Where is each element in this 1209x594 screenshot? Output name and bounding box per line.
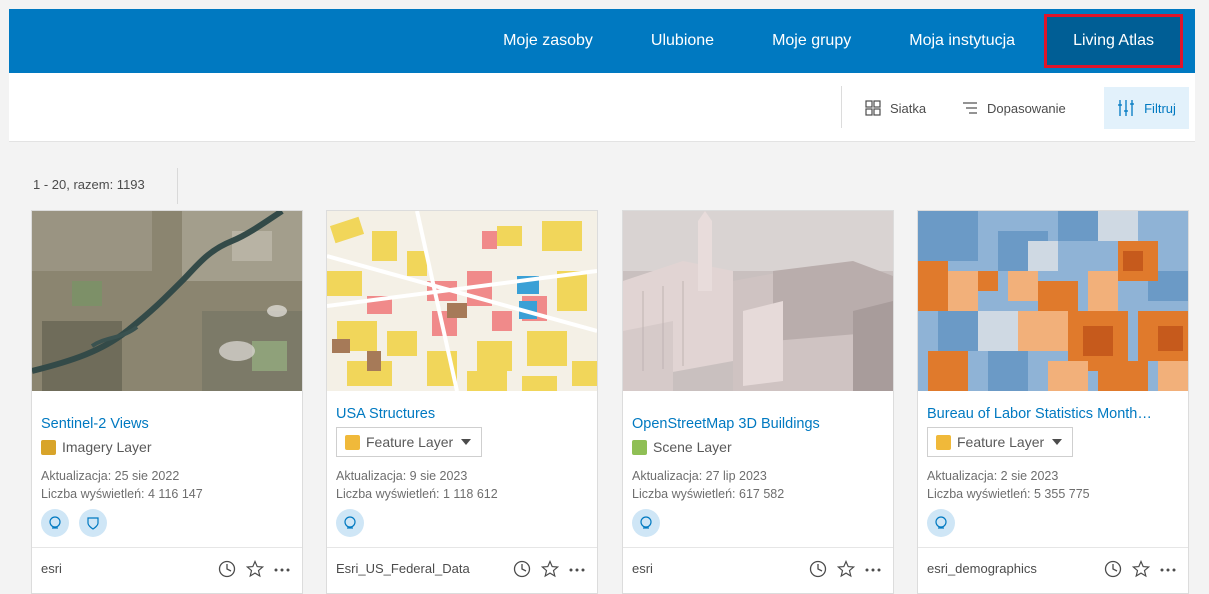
item-card-bls-monthly: Bureau of Labor Statistics Month… Featur… — [917, 210, 1189, 594]
item-type: Imagery Layer — [41, 439, 151, 455]
tab-favorites[interactable]: Ulubione — [622, 9, 743, 73]
result-count: 1 - 20, razem: 1193 — [33, 177, 145, 192]
layer-type-dropdown[interactable]: Feature Layer — [927, 427, 1074, 457]
item-title-link[interactable]: Sentinel-2 Views — [41, 416, 149, 432]
view-toolbar: Siatka Dopasowanie Filtruj — [9, 73, 1195, 142]
sort-label: Dopasowanie — [987, 100, 1066, 116]
more-options-icon[interactable] — [1160, 560, 1176, 578]
favorite-star-icon[interactable] — [541, 560, 559, 578]
item-badges — [336, 509, 364, 537]
item-owner[interactable]: esri_demographics — [927, 561, 1037, 576]
item-footer: Esri_US_Federal_Data — [327, 547, 597, 593]
item-views: Liczba wyświetleń: 5 355 775 — [927, 487, 1090, 501]
item-type-label: Scene Layer — [653, 439, 732, 455]
layer-type-dropdown[interactable]: Feature Layer — [336, 427, 483, 457]
item-thumbnail[interactable] — [32, 211, 302, 391]
top-navigation: Moje zasoby Ulubione Moje grupy Moja ins… — [9, 9, 1195, 73]
favorite-star-icon[interactable] — [837, 560, 855, 578]
item-badges — [41, 509, 107, 537]
more-options-icon[interactable] — [865, 560, 881, 578]
filter-button[interactable]: Filtruj — [1104, 87, 1189, 129]
authoritative-badge[interactable] — [927, 509, 955, 537]
item-title-link[interactable]: USA Structures — [336, 406, 435, 422]
item-type-label: Feature Layer — [957, 434, 1045, 450]
authoritative-badge[interactable] — [41, 509, 69, 537]
tab-my-content[interactable]: Moje zasoby — [474, 9, 622, 73]
item-details-icon[interactable] — [809, 560, 827, 578]
item-card-sentinel: Sentinel-2 Views Imagery Layer Aktualiza… — [31, 210, 303, 594]
tab-living-atlas[interactable]: Living Atlas — [1044, 14, 1183, 68]
favorite-star-icon[interactable] — [246, 560, 264, 578]
favorite-star-icon[interactable] — [1132, 560, 1150, 578]
imagery-layer-icon — [41, 439, 56, 455]
item-footer: esri_demographics — [918, 547, 1188, 593]
subscriber-content-badge[interactable] — [79, 509, 107, 537]
item-owner[interactable]: esri — [632, 561, 653, 576]
authoritative-badge[interactable] — [336, 509, 364, 537]
item-title-link[interactable]: Bureau of Labor Statistics Month… — [927, 406, 1152, 422]
item-type-label: Imagery Layer — [62, 439, 152, 455]
item-card-osm-3d-buildings: OpenStreetMap 3D Buildings Scene Layer A… — [622, 210, 894, 594]
more-options-icon[interactable] — [569, 560, 585, 578]
item-type: Scene Layer — [632, 439, 732, 455]
chevron-down-icon — [461, 439, 472, 445]
item-thumbnail[interactable] — [623, 211, 893, 391]
grid-view-label: Siatka — [890, 100, 927, 116]
feature-layer-icon — [936, 434, 951, 450]
item-details-icon[interactable] — [1104, 560, 1122, 578]
item-thumbnail[interactable] — [918, 211, 1188, 391]
grid-icon — [865, 100, 881, 116]
item-footer: esri — [32, 547, 302, 593]
living-atlas-page: Moje zasoby Ulubione Moje grupy Moja ins… — [0, 0, 1209, 594]
item-thumbnail[interactable] — [327, 211, 597, 391]
item-card-usa-structures: USA Structures Feature Layer Aktualizacj… — [326, 210, 598, 594]
item-type-label: Feature Layer — [366, 434, 454, 450]
feature-layer-icon — [345, 434, 360, 450]
filter-label: Filtruj — [1144, 100, 1176, 116]
item-updated: Aktualizacja: 9 sie 2023 — [336, 469, 468, 483]
scene-layer-icon — [632, 439, 647, 455]
authoritative-icon — [640, 516, 652, 529]
item-details-icon[interactable] — [513, 560, 531, 578]
authoritative-icon — [49, 516, 61, 529]
tab-my-organization[interactable]: Moja instytucja — [880, 9, 1044, 73]
item-title-link[interactable]: OpenStreetMap 3D Buildings — [632, 416, 820, 432]
more-options-icon[interactable] — [274, 560, 290, 578]
item-updated: Aktualizacja: 27 lip 2023 — [632, 469, 767, 483]
shield-icon — [87, 517, 99, 530]
authoritative-icon — [344, 516, 356, 529]
item-views: Liczba wyświetleń: 1 118 612 — [336, 487, 498, 501]
item-footer: esri — [623, 547, 893, 593]
sort-button[interactable]: Dopasowanie — [962, 87, 1066, 129]
item-views: Liczba wyświetleń: 4 116 147 — [41, 487, 203, 501]
sort-icon — [963, 102, 977, 114]
authoritative-badge[interactable] — [632, 509, 660, 537]
item-badges — [632, 509, 660, 537]
chevron-down-icon — [1052, 439, 1063, 445]
count-divider — [177, 168, 178, 204]
tab-my-groups[interactable]: Moje grupy — [743, 9, 880, 73]
authoritative-icon — [935, 516, 947, 529]
item-views: Liczba wyświetleń: 617 582 — [632, 487, 785, 501]
item-details-icon[interactable] — [218, 560, 236, 578]
item-updated: Aktualizacja: 25 sie 2022 — [41, 469, 180, 483]
grid-view-button[interactable]: Siatka — [865, 87, 926, 129]
item-owner[interactable]: Esri_US_Federal_Data — [336, 561, 470, 576]
item-owner[interactable]: esri — [41, 561, 62, 576]
toolbar-divider — [841, 86, 842, 128]
filter-sliders-icon — [1118, 100, 1135, 116]
item-badges — [927, 509, 955, 537]
item-updated: Aktualizacja: 2 sie 2023 — [927, 469, 1059, 483]
